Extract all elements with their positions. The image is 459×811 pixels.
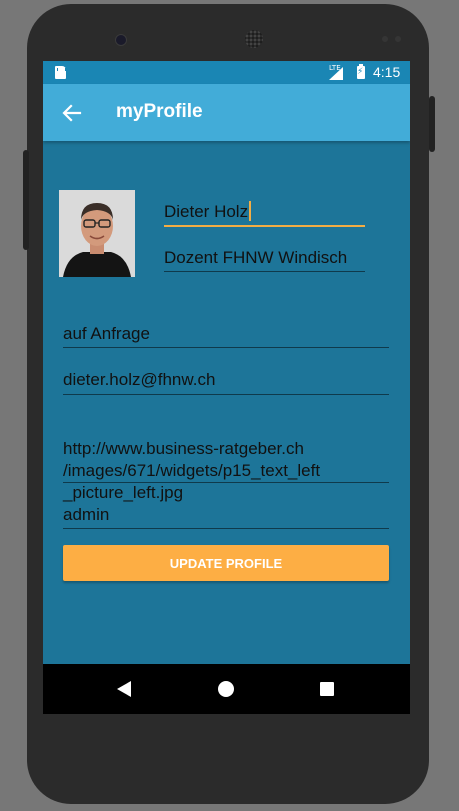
- front-camera-icon: [115, 34, 127, 46]
- battery-charging-icon: [357, 64, 365, 79]
- page-title: myProfile: [116, 101, 203, 122]
- arrow-back-icon[interactable]: [61, 102, 83, 124]
- image-url-field-value: http://www.business-ratgeber.ch /images/…: [63, 439, 321, 502]
- role-field[interactable]: admin: [63, 505, 389, 529]
- text-cursor: [249, 201, 252, 221]
- status-bar: LTE 4:15: [43, 61, 410, 84]
- side-button: [23, 150, 29, 250]
- email-field-value: dieter.holz@fhnw.ch: [63, 370, 216, 389]
- app-bar: myProfile: [43, 84, 410, 141]
- profile-photo[interactable]: [59, 190, 135, 277]
- phone-field-value: auf Anfrage: [63, 324, 150, 343]
- system-nav-bar: [43, 664, 410, 714]
- sd-card-icon: [55, 66, 66, 79]
- circle-home-icon[interactable]: [218, 681, 234, 697]
- square-recents-icon[interactable]: [320, 682, 334, 696]
- status-time: 4:15: [373, 64, 401, 80]
- update-profile-button[interactable]: UPDATE PROFILE: [63, 545, 389, 581]
- image-url-field[interactable]: http://www.business-ratgeber.ch /images/…: [63, 416, 389, 502]
- update-profile-label: UPDATE PROFILE: [169, 555, 283, 571]
- triangle-back-icon[interactable]: [117, 681, 131, 697]
- network-type-label: LTE: [329, 64, 341, 72]
- position-field-value: Dozent FHNW Windisch: [164, 248, 348, 267]
- app-screen: LTE 4:15 myProfile Dieter Holz Dozent FH…: [43, 61, 410, 714]
- light-sensor-icon: [395, 36, 401, 42]
- phone-field[interactable]: auf Anfrage: [63, 324, 389, 348]
- role-field-value: admin: [63, 505, 110, 524]
- position-field[interactable]: Dozent FHNW Windisch: [164, 248, 365, 272]
- person-portrait-icon: [59, 190, 135, 277]
- power-button: [429, 96, 435, 152]
- name-field[interactable]: Dieter Holz: [164, 201, 365, 227]
- email-field[interactable]: dieter.holz@fhnw.ch: [63, 370, 389, 395]
- proximity-sensor-icon: [382, 36, 388, 42]
- earpiece-speaker-icon: [245, 30, 263, 48]
- name-field-value: Dieter Holz: [164, 202, 249, 221]
